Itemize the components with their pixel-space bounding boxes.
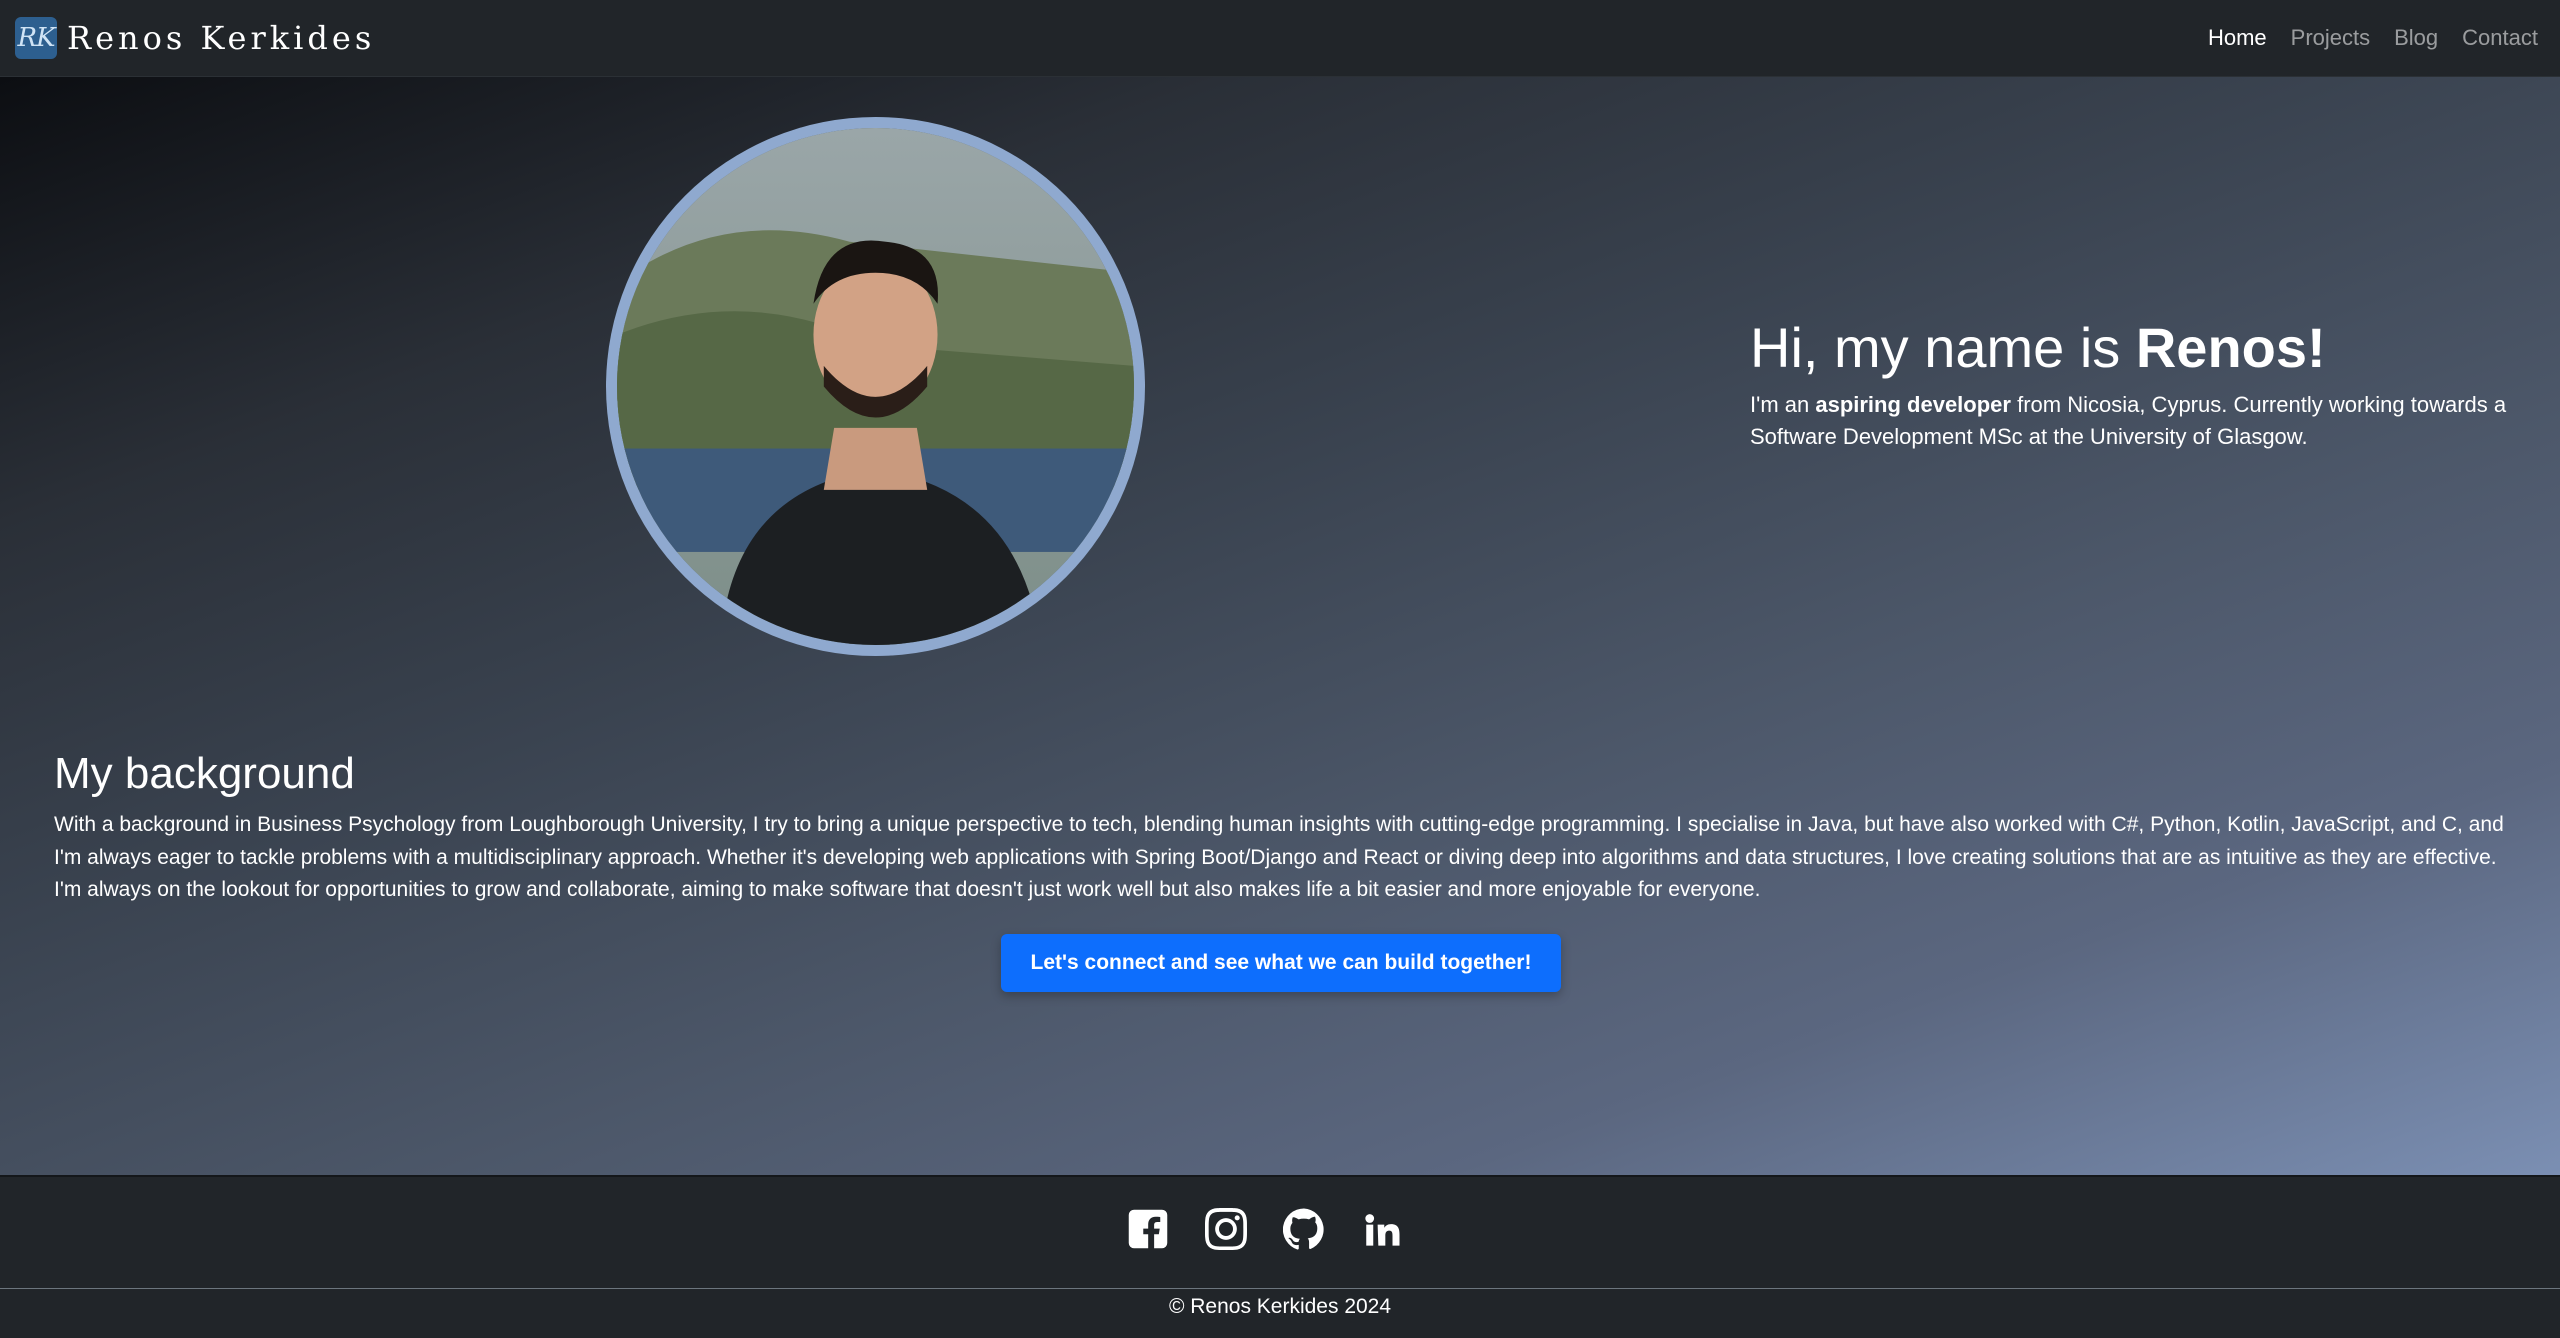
footer-divider xyxy=(0,1288,2560,1289)
background-heading: My background xyxy=(54,749,355,798)
greeting-prefix: Hi, my name is xyxy=(1750,316,2136,379)
brand-logo: RK xyxy=(15,17,57,59)
intro: Hi, my name is Renos! I'm an aspiring de… xyxy=(1750,317,2510,453)
brand-name: Renos Kerkides xyxy=(67,19,376,57)
profile-photo-frame xyxy=(606,117,1145,656)
nav-links: Home Projects Blog Contact xyxy=(2208,25,2538,51)
intro-prefix: I'm an xyxy=(1750,391,1816,417)
nav-link-blog[interactable]: Blog xyxy=(2394,25,2438,51)
connect-button[interactable]: Let's connect and see what we can build … xyxy=(1001,934,1561,992)
nav-link-contact[interactable]: Contact xyxy=(2462,25,2538,51)
navbar: RK Renos Kerkides Home Projects Blog Con… xyxy=(0,0,2560,77)
instagram-icon[interactable] xyxy=(1204,1207,1248,1251)
copyright: © Renos Kerkides 2024 xyxy=(1168,1295,1392,1318)
social-links xyxy=(1126,1207,1404,1251)
footer: © Renos Kerkides 2024 xyxy=(0,1175,2560,1338)
greeting-name: Renos! xyxy=(2135,316,2326,379)
background-section: My background With a background in Busin… xyxy=(54,749,2506,907)
intro-text: I'm an aspiring developer from Nicosia, … xyxy=(1750,389,2510,453)
intro-bold: aspiring developer xyxy=(1815,391,2011,417)
facebook-icon[interactable] xyxy=(1126,1207,1170,1251)
hero-section: Hi, my name is Renos! I'm an aspiring de… xyxy=(0,77,2560,1175)
github-icon[interactable] xyxy=(1282,1207,1326,1251)
greeting-heading: Hi, my name is Renos! xyxy=(1750,317,2510,379)
nav-link-projects[interactable]: Projects xyxy=(2291,25,2370,51)
linkedin-icon[interactable] xyxy=(1360,1207,1404,1251)
brand[interactable]: RK Renos Kerkides xyxy=(15,17,375,59)
profile-photo xyxy=(617,128,1134,645)
nav-link-home[interactable]: Home xyxy=(2208,25,2267,51)
background-text: With a background in Business Psychology… xyxy=(54,813,2504,901)
